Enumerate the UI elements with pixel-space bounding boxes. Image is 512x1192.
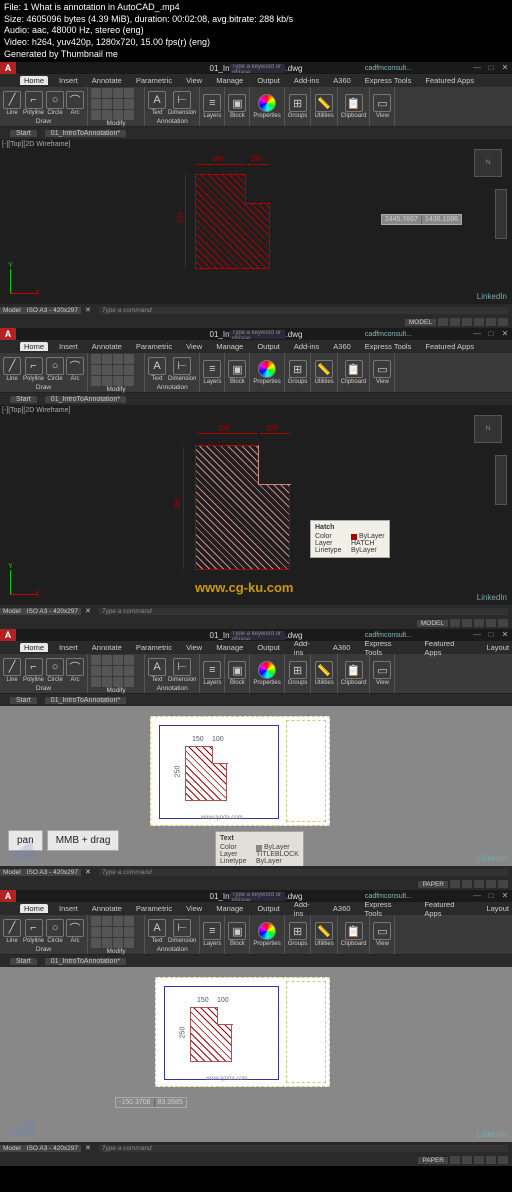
screenshot-2: A01_IntroToAnnotation.dwgType a keyword … — [0, 328, 512, 629]
hatch-tooltip: Hatch Color ByLayer LayerHATCH LinetypeB… — [310, 520, 390, 558]
dim-100: 100 — [250, 156, 262, 163]
block-icon[interactable]: ▣ — [228, 94, 246, 112]
meta-audio: Audio: aac, 48000 Hz, stereo (eng) — [4, 25, 508, 37]
layers-icon[interactable]: ≡ — [203, 94, 221, 112]
polyline-icon[interactable]: ⌐ — [25, 91, 43, 109]
maximize-button[interactable]: □ — [484, 63, 498, 73]
clipboard-icon[interactable]: 📋 — [345, 94, 363, 112]
paper-sheet[interactable]: 150 100 250 www.lynda.com — [155, 977, 330, 1087]
menu-addins[interactable]: Add-ins — [291, 76, 322, 85]
paper-sheet[interactable]: 150 100 250 www.lynda.com — [150, 716, 330, 826]
tab-doc[interactable]: 01_IntroToAnnotation* — [45, 130, 126, 137]
view-cube[interactable]: N — [474, 149, 502, 177]
ribbon-draw: ╱Line ⌐Polyline ○Circle ⌒Arc Draw — [0, 87, 88, 126]
arc-icon[interactable]: ⌒ — [66, 91, 84, 109]
tab-start[interactable]: Start — [10, 130, 37, 137]
meta-gen: Generated by Thumbnail me — [4, 49, 508, 61]
menu-output[interactable]: Output — [254, 76, 283, 85]
menu-express[interactable]: Express Tools — [362, 76, 415, 85]
dim-250: 250 — [177, 212, 184, 224]
meta-size: Size: 4605096 bytes (4.39 MiB), duration… — [4, 14, 508, 26]
titlebar: A 01_IntroToAnnotation.dwg Type a keywor… — [0, 62, 512, 74]
menu-a360[interactable]: A360 — [330, 76, 354, 85]
sheet-tab-model[interactable]: Model — [0, 307, 24, 314]
groups-icon[interactable]: ⊞ — [289, 94, 307, 112]
media-info: File: 1 What is annotation in AutoCAD_.m… — [0, 0, 512, 62]
menubar: Home Insert Annotate Parametric View Man… — [0, 74, 512, 87]
linkedin-watermark: LinkedIn — [477, 292, 507, 301]
command-bar: Model ISO A3 - 420x297 ✕ Type a command — [0, 304, 512, 316]
screenshot-3: A01_IntroToAnnotation.dwgType a keyword … — [0, 629, 512, 890]
mode-badge[interactable]: MODEL — [405, 319, 436, 326]
command-input[interactable]: Type a command — [99, 307, 508, 314]
meta-file: File: 1 What is annotation in AutoCAD_.m… — [4, 2, 508, 14]
dimension-icon[interactable]: ⊢ — [173, 91, 191, 109]
nav-bar[interactable] — [495, 189, 507, 239]
dim-150: 150 — [212, 156, 224, 163]
center-watermark: www.cg-ku.com — [195, 580, 293, 595]
app-logo[interactable]: A — [0, 62, 16, 74]
menu-view[interactable]: View — [183, 76, 205, 85]
paper-canvas[interactable]: 150 100 250 www.lynda.com -150.370683.35… — [0, 967, 512, 1142]
menu-annotate[interactable]: Annotate — [89, 76, 125, 85]
viewport[interactable]: 150 100 250 — [164, 986, 279, 1080]
viewport-label[interactable]: [-][Top][2D Wireframe] — [2, 141, 70, 148]
menu-featured[interactable]: Featured Apps — [422, 76, 477, 85]
utilities-icon[interactable]: 📏 — [315, 94, 333, 112]
user-label[interactable]: cadfmconsult... — [365, 65, 412, 72]
doc-tabs: Start 01_IntroToAnnotation* — [0, 127, 512, 139]
shape-cutout — [245, 174, 271, 204]
line-icon[interactable]: ╱ — [3, 91, 21, 109]
coord-tooltip: 2445.76671436.1086 — [381, 214, 462, 225]
meta-video: Video: h264, yuv420p, 1280x720, 15.00 fp… — [4, 37, 508, 49]
search-input[interactable]: Type a keyword or phrase — [230, 64, 285, 73]
modify-tools[interactable] — [91, 88, 141, 120]
screenshot-1: A 01_IntroToAnnotation.dwg Type a keywor… — [0, 62, 512, 328]
sheet-tab-iso[interactable]: ISO A3 - 420x297 — [24, 307, 81, 314]
view-icon[interactable]: ▭ — [373, 94, 391, 112]
ribbon-annotation: AText ⊢Dimension Annotation — [145, 87, 200, 126]
properties-icon[interactable] — [258, 94, 276, 112]
drawing-canvas[interactable]: [-][Top][2D Wireframe] N 150 100 250 244… — [0, 139, 512, 304]
coord-tooltip: -150.370683.3585 — [115, 1097, 187, 1108]
status-bar: MODEL — [0, 316, 512, 328]
drawing-canvas[interactable]: [-][Top][2D Wireframe] N 150 100 250 Hat… — [0, 405, 512, 605]
close-button[interactable]: ✕ — [498, 63, 512, 73]
ribbon-modify: Modify — [88, 87, 145, 126]
text-tooltip: Text Color ByLayer LayerTITLEBLOCK Linet… — [215, 831, 304, 866]
menu-manage[interactable]: Manage — [213, 76, 246, 85]
paper-canvas[interactable]: 150 100 250 www.lynda.com Text Color ByL… — [0, 706, 512, 866]
menu-insert[interactable]: Insert — [56, 76, 81, 85]
menu-parametric[interactable]: Parametric — [133, 76, 175, 85]
text-icon[interactable]: A — [148, 91, 166, 109]
lynda-label: www.lynda.com — [201, 815, 243, 821]
screenshot-4: A01_IntroToAnnotation.dwgType a keyword … — [0, 890, 512, 1166]
circle-icon[interactable]: ○ — [46, 91, 64, 109]
title-block[interactable] — [286, 981, 326, 1083]
ribbon: ╱Line ⌐Polyline ○Circle ⌒Arc Draw Modify… — [0, 87, 512, 127]
title-block[interactable] — [286, 720, 326, 822]
viewport[interactable]: 150 100 250 — [159, 725, 279, 819]
minimize-button[interactable]: — — [470, 63, 484, 73]
menu-home[interactable]: Home — [20, 76, 48, 85]
